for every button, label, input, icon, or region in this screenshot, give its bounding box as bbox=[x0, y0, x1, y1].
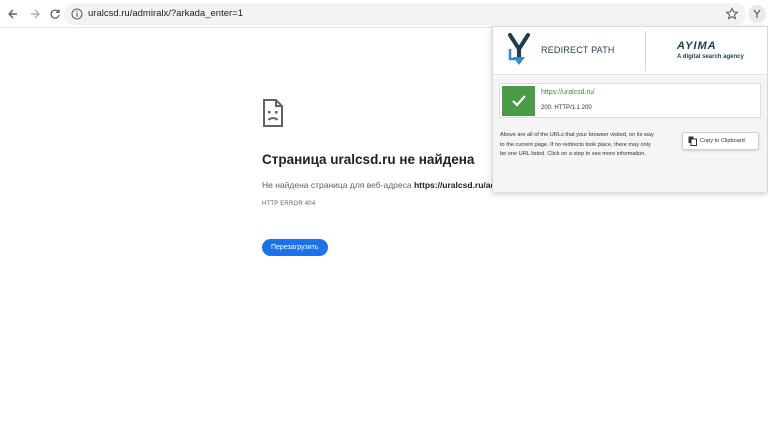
bookmark-star-icon[interactable] bbox=[724, 6, 740, 22]
error-description-url: https://uralcsd.ru/adi bbox=[413, 180, 499, 190]
success-status-box bbox=[502, 86, 535, 116]
step-url: https://uralcsd.ru/ bbox=[541, 89, 595, 96]
copy-label: Copy to Clipboard bbox=[700, 138, 745, 144]
forward-arrow-icon[interactable] bbox=[26, 5, 44, 23]
site-info-icon[interactable] bbox=[70, 7, 84, 21]
back-arrow-icon[interactable] bbox=[4, 5, 22, 23]
step-status: 200: HTTP/1.1 200 bbox=[541, 105, 592, 111]
clipboard-icon bbox=[688, 136, 697, 146]
popup-header: REDIRECT PATH AYIMA A digital search age… bbox=[493, 27, 767, 75]
sad-page-icon bbox=[263, 99, 283, 127]
help-text: Above are all of the URLs that your brow… bbox=[500, 132, 654, 157]
copy-to-clipboard-button[interactable]: Copy to Clipboard bbox=[682, 132, 759, 150]
ayima-logo[interactable]: AYIMA bbox=[677, 40, 717, 52]
reload-button[interactable]: Перезагрузить bbox=[262, 239, 328, 256]
popup-body: https://uralcsd.ru/ 200: HTTP/1.1 200 Ab… bbox=[493, 76, 767, 192]
redirect-path-extension-icon bbox=[753, 9, 761, 18]
reload-icon[interactable] bbox=[46, 5, 64, 23]
redirect-path-title: REDIRECT PATH bbox=[541, 45, 615, 55]
checkmark-icon bbox=[511, 95, 526, 107]
error-description: Не найдена страница для веб-адреса https… bbox=[262, 180, 498, 190]
redirect-path-popup: REDIRECT PATH AYIMA A digital search age… bbox=[492, 26, 768, 192]
error-title: Страница uralcsd.ru не найдена bbox=[262, 152, 475, 167]
browser-toolbar: uralcsd.ru/admiralx/?arkada_enter=1 bbox=[0, 0, 768, 28]
ayima-tagline: A digital search agency bbox=[677, 54, 744, 60]
header-divider bbox=[645, 31, 646, 71]
redirect-path-logo-icon bbox=[508, 33, 530, 65]
url-text[interactable]: uralcsd.ru/admiralx/?arkada_enter=1 bbox=[88, 8, 243, 19]
redirect-path-extension-button[interactable] bbox=[748, 5, 766, 23]
address-bar[interactable]: uralcsd.ru/admiralx/?arkada_enter=1 bbox=[64, 3, 746, 25]
redirect-step[interactable]: https://uralcsd.ru/ 200: HTTP/1.1 200 bbox=[499, 83, 761, 118]
error-code: HTTP ERROR 404 bbox=[262, 201, 316, 207]
error-description-text: Не найдена страница для веб-адреса bbox=[262, 180, 414, 190]
